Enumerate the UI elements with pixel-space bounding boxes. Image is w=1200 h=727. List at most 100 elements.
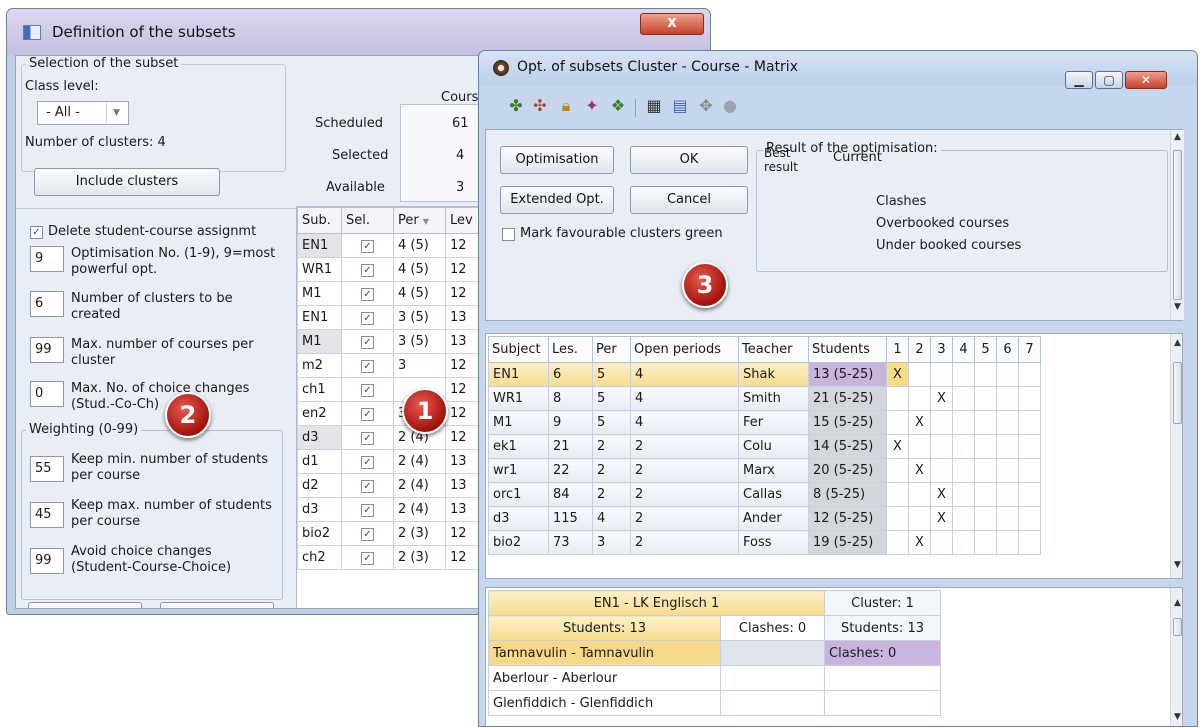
row-select-checkbox[interactable]: ✓ — [361, 264, 374, 277]
select-cell[interactable]: ✓ — [341, 281, 394, 306]
cluster-cell[interactable] — [886, 530, 909, 555]
cluster-cell[interactable] — [996, 458, 1019, 483]
minimize-button[interactable]: ▁ — [1065, 71, 1093, 89]
record-icon[interactable]: ● — [719, 95, 741, 117]
cluster-cell[interactable] — [952, 458, 975, 483]
matrix-col-header[interactable]: 3 — [930, 336, 953, 363]
cluster-cell[interactable] — [952, 482, 975, 507]
delete-assign-icon[interactable]: ✦ — [581, 95, 603, 117]
course-cluster-icon[interactable]: ✤ — [505, 95, 527, 117]
table-row[interactable]: d3 ✓ 2 (4) 13 — [297, 497, 507, 522]
maximize-button[interactable]: ▢ — [1095, 71, 1123, 89]
cluster-remove-icon[interactable]: ✣ — [529, 95, 551, 117]
bottom-left-button[interactable] — [28, 602, 142, 608]
cluster-cell[interactable] — [952, 506, 975, 531]
cluster-cell[interactable] — [996, 482, 1019, 507]
table-row[interactable]: M1 ✓ 3 (5) 13 — [297, 329, 507, 354]
cluster-cell[interactable] — [908, 362, 931, 387]
student-name[interactable]: Aberlour - Aberlour — [488, 665, 721, 691]
cluster-cell[interactable] — [1018, 362, 1041, 387]
table-row[interactable]: d1 ✓ 2 (4) 13 — [297, 449, 507, 474]
student-scrollbar[interactable]: ▲ ▼ — [1170, 588, 1182, 726]
row-select-checkbox[interactable]: ✓ — [361, 312, 374, 325]
subject-cell[interactable]: ch1 — [297, 377, 342, 402]
class-level-select[interactable]: - All - ▼ — [37, 101, 129, 125]
calculator-icon[interactable]: ▦ — [643, 95, 665, 117]
cluster-cell[interactable]: X — [908, 458, 931, 483]
row-select-checkbox[interactable]: ✓ — [361, 384, 374, 397]
matrix-col-header[interactable]: 5 — [974, 336, 997, 363]
select-cell[interactable]: ✓ — [341, 329, 394, 354]
mark-green-checkbox[interactable] — [502, 228, 515, 241]
select-cell[interactable]: ✓ — [341, 257, 394, 282]
subject-cell[interactable]: m2 — [297, 353, 342, 378]
cluster-cell[interactable] — [952, 530, 975, 555]
group-icon[interactable]: ✥ — [695, 95, 717, 117]
scroll-thumb[interactable] — [1173, 362, 1182, 424]
matrix-row[interactable]: WR1 8 5 4 Smith 21 (5-25) X — [488, 386, 1041, 411]
subject-cell[interactable]: d3 — [297, 425, 342, 450]
matrix-row[interactable]: bio2 73 3 2 Foss 19 (5-25) X — [488, 530, 1041, 555]
avoid-changes-input[interactable]: 99 — [30, 548, 64, 574]
scroll-down-icon[interactable]: ▼ — [1171, 712, 1182, 726]
cluster-cell[interactable] — [952, 410, 975, 435]
close-button[interactable]: ✕ — [1125, 71, 1167, 89]
select-cell[interactable]: ✓ — [341, 497, 394, 522]
matrix-col-header[interactable]: 6 — [996, 336, 1019, 363]
student-row[interactable]: Glenfiddich - Glenfiddich — [488, 690, 941, 716]
table-row[interactable]: EN1 ✓ 3 (5) 13 — [297, 305, 507, 330]
cluster-cell[interactable] — [908, 506, 931, 531]
row-select-checkbox[interactable]: ✓ — [361, 288, 374, 301]
matrix-scrollbar[interactable]: ▲ ▼ — [1170, 334, 1182, 578]
matrix-col-header[interactable]: Students — [808, 336, 887, 363]
scroll-up-icon[interactable]: ▲ — [1171, 598, 1182, 612]
row-select-checkbox[interactable]: ✓ — [361, 504, 374, 517]
cluster-cell[interactable] — [1018, 458, 1041, 483]
cluster-cell[interactable] — [930, 434, 953, 459]
row-select-checkbox[interactable]: ✓ — [361, 432, 374, 445]
matrix-col-header[interactable]: Per — [592, 336, 631, 363]
col-sel[interactable]: Sel. — [341, 207, 394, 234]
cluster-cell[interactable] — [996, 506, 1019, 531]
cluster-cell[interactable] — [1018, 410, 1041, 435]
optimisation-no-input[interactable]: 9 — [30, 246, 64, 272]
select-cell[interactable]: ✓ — [341, 545, 394, 570]
cluster-cell[interactable] — [974, 530, 997, 555]
col-per[interactable]: Per ▼ — [393, 207, 446, 234]
clusters-created-input[interactable]: 6 — [30, 291, 64, 317]
cluster-cell[interactable] — [1018, 506, 1041, 531]
matrix-row[interactable]: wr1 22 2 2 Marx 20 (5-25) X — [488, 458, 1041, 483]
cluster-cell[interactable] — [1018, 482, 1041, 507]
cluster-cell[interactable] — [974, 410, 997, 435]
cluster-cell[interactable]: X — [908, 530, 931, 555]
matrix-col-header[interactable]: Teacher — [738, 336, 809, 363]
table-row[interactable]: d3 ✓ 2 (4) 12 — [297, 425, 507, 450]
subject-cell[interactable]: d3 — [297, 497, 342, 522]
handshake-icon[interactable]: ❖ — [607, 95, 629, 117]
cluster-cell[interactable] — [974, 458, 997, 483]
matrix-col-header[interactable]: 1 — [886, 336, 909, 363]
subject-cell[interactable]: bio2 — [297, 521, 342, 546]
cluster-cell[interactable] — [930, 362, 953, 387]
table-row[interactable]: EN1 ✓ 4 (5) 12 — [297, 233, 507, 258]
min-students-input[interactable]: 55 — [30, 456, 64, 482]
cluster-cell[interactable] — [974, 362, 997, 387]
table-row[interactable]: M1 ✓ 4 (5) 12 — [297, 281, 507, 306]
matrix-col-header[interactable]: 2 — [908, 336, 931, 363]
bottom-right-button[interactable] — [160, 602, 274, 608]
row-select-checkbox[interactable]: ✓ — [361, 240, 374, 253]
choice-changes-input[interactable]: 0 — [30, 381, 64, 407]
table-row[interactable]: bio2 ✓ 2 (3) 12 — [297, 521, 507, 546]
max-courses-input[interactable]: 99 — [30, 337, 64, 363]
row-select-checkbox[interactable]: ✓ — [361, 456, 374, 469]
select-cell[interactable]: ✓ — [341, 521, 394, 546]
student-name[interactable]: Glenfiddich - Glenfiddich — [488, 690, 721, 716]
select-cell[interactable]: ✓ — [341, 377, 394, 402]
cluster-cell[interactable]: X — [930, 506, 953, 531]
cluster-cell[interactable] — [886, 506, 909, 531]
table-row[interactable]: WR1 ✓ 4 (5) 12 — [297, 257, 507, 282]
select-cell[interactable]: ✓ — [341, 449, 394, 474]
student-row[interactable]: Tamnavulin - Tamnavulin Clashes: 0 — [488, 640, 941, 666]
select-cell[interactable]: ✓ — [341, 233, 394, 258]
optimisation-button[interactable]: Optimisation — [500, 146, 614, 174]
